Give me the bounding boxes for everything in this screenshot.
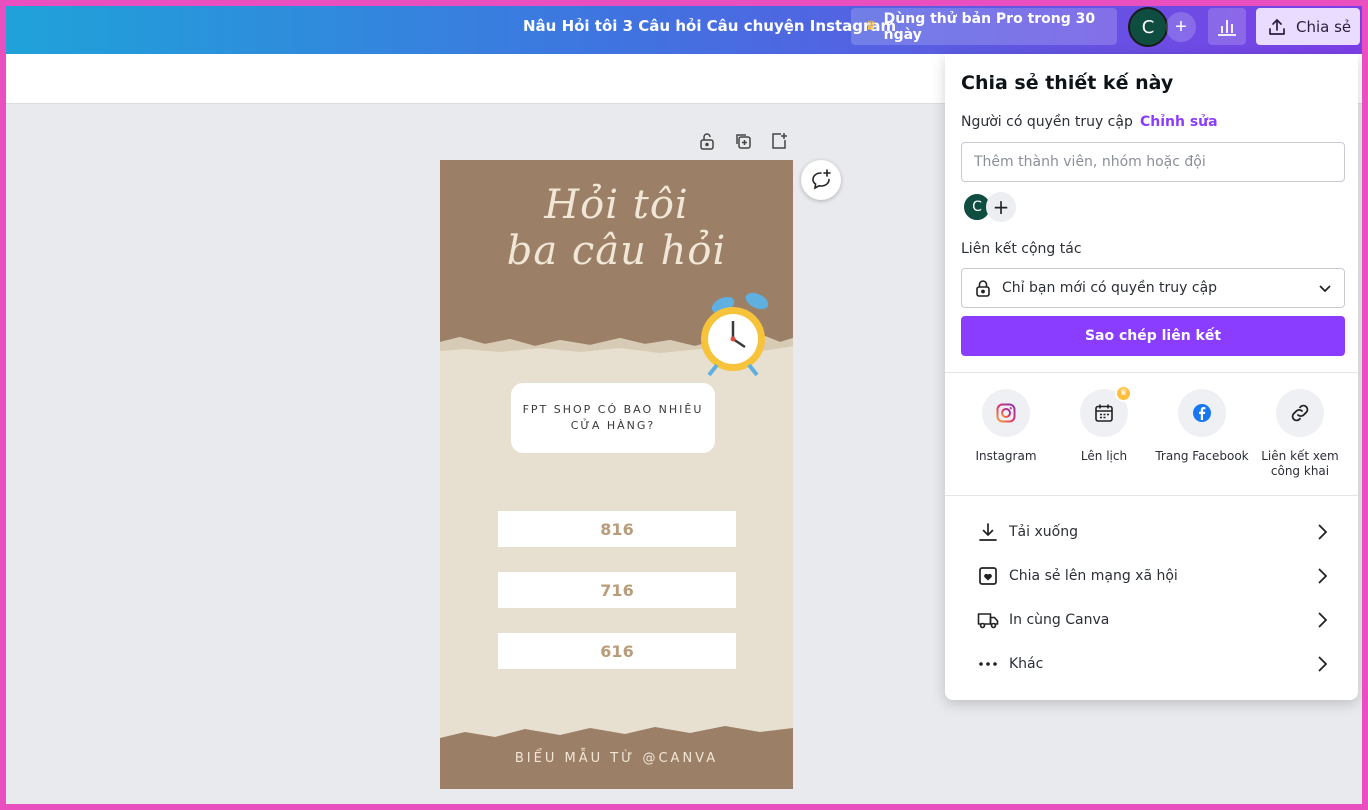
design-title-line1: Hỏi tôi [544,182,689,228]
share-option-facebook[interactable]: Trang Facebook [1153,389,1251,464]
share-option-label: Trang Facebook [1155,449,1249,463]
edit-access-link[interactable]: Chỉnh sửa [1140,114,1218,130]
instagram-icon [996,403,1016,423]
crown-icon: ♛ [865,19,877,34]
add-comment-button[interactable] [801,160,841,200]
truck-icon [977,613,999,629]
bar-chart-icon [1218,19,1236,36]
facebook-circle [1178,389,1226,437]
add-member-button[interactable]: + [1166,12,1196,42]
share-label: Chia sẻ [1296,17,1352,36]
menu-print[interactable]: In cùng Canva [977,602,1329,638]
share-option-public-link[interactable]: Liên kết xem công khai [1251,389,1349,479]
schedule-circle: ♛ [1080,385,1132,437]
facebook-icon [1193,404,1211,422]
design-footer: BIỂU MẪU TỪ @CANVA [514,751,719,766]
access-label: Người có quyền truy cập [961,114,1133,130]
design-page[interactable]: Hỏi tôi ba câu hỏi FPT SHOP CÓ BAO NHIÊU… [440,160,793,789]
lock-icon [976,280,990,297]
menu-more[interactable]: Khác [977,646,1329,682]
divider [945,495,1358,496]
menu-download[interactable]: Tải xuống [977,514,1329,550]
pro-trial-button[interactable]: ♛ Dùng thử bản Pro trong 30 ngày [851,8,1117,45]
copy-link-button[interactable]: Sao chép liên kết [961,316,1345,356]
chevron-right-icon [1318,656,1328,672]
collab-link-value: Chỉ bạn mới có quyền truy cập [1002,280,1218,296]
share-option-schedule[interactable]: ♛ Lên lịch [1055,385,1153,464]
add-page-icon[interactable] [770,132,788,150]
collab-link-select[interactable]: Chỉ bạn mới có quyền truy cập [961,268,1345,308]
menu-label: Chia sẻ lên mạng xã hội [1009,568,1178,584]
design-title: Hỏi tôi ba câu hỏi [440,182,793,274]
insights-button[interactable] [1208,8,1246,45]
menu-share-social[interactable]: Chia sẻ lên mạng xã hội [977,558,1329,594]
menu-label: Tải xuống [1009,524,1078,540]
public-link-circle [1276,389,1324,437]
share-option-instagram[interactable]: Instagram [957,389,1055,464]
share-option-label: Instagram [975,449,1037,463]
question-box[interactable]: FPT SHOP CÓ BAO NHIÊU CỬA HÀNG? [511,383,715,453]
collab-link-label: Liên kết cộng tác [961,241,1082,257]
share-panel: Chia sẻ thiết kế này Người có quyền truy… [945,54,1358,700]
design-title-line2: ba câu hỏi [506,228,727,274]
calendar-icon [1095,404,1113,422]
plus-icon: + [992,195,1010,219]
chevron-right-icon [1318,524,1328,540]
share-button[interactable]: Chia sẻ [1256,8,1360,45]
answer-option-1[interactable]: 816 [498,511,736,547]
share-panel-title: Chia sẻ thiết kế này [961,72,1174,94]
heart-frame-icon [979,567,997,585]
add-member-input[interactable] [961,142,1345,182]
chevron-right-icon [1318,568,1328,584]
download-icon [979,523,997,541]
instagram-circle [982,389,1030,437]
lock-icon[interactable] [698,132,716,150]
alarm-clock-icon [701,292,769,377]
menu-label: In cùng Canva [1009,612,1110,628]
upload-share-icon [1269,18,1285,35]
share-option-label: Liên kết xem công khai [1261,449,1339,478]
answer-option-2[interactable]: 716 [498,572,736,608]
comment-plus-icon [812,169,831,190]
plus-icon: + [1175,15,1187,38]
more-dots-icon [979,662,997,666]
crown-icon: ♛ [1115,385,1132,402]
document-title[interactable]: Nâu Hỏi tôi 3 Câu hỏi Câu chuyện Instagr… [523,17,896,35]
top-bar: Nâu Hỏi tôi 3 Câu hỏi Câu chuyện Instagr… [0,0,1368,54]
menu-label: Khác [1009,656,1044,672]
add-person-button[interactable]: + [986,192,1016,222]
chevron-right-icon [1318,612,1328,628]
duplicate-page-icon[interactable] [734,132,752,150]
chevron-down-icon [1319,285,1331,293]
user-avatar[interactable]: C [1128,7,1168,47]
answer-option-3[interactable]: 616 [498,633,736,669]
pro-trial-label: Dùng thử bản Pro trong 30 ngày [883,10,1096,43]
divider [945,372,1358,373]
share-option-label: Lên lịch [1080,449,1128,463]
link-icon [1291,404,1309,422]
